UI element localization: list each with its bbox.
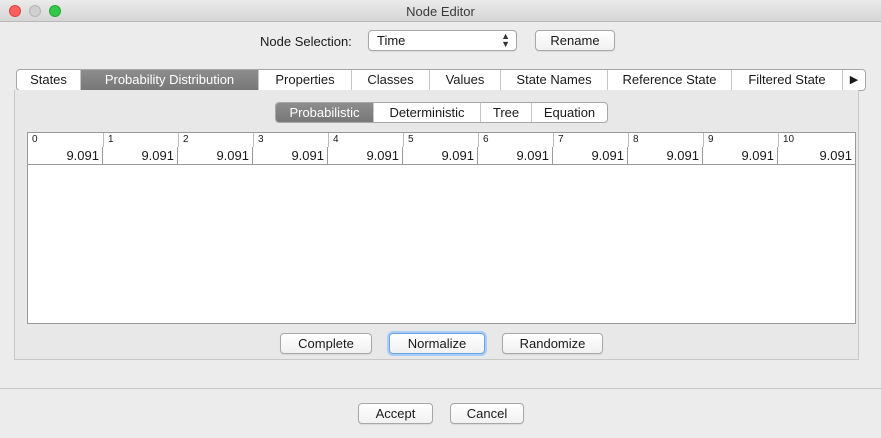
subtab-probabilistic[interactable]: Probabilistic <box>276 103 374 122</box>
column-header: 0 <box>32 134 38 145</box>
node-selection-value: Time <box>377 33 406 48</box>
probability-table: 0 1 2 3 4 5 6 7 8 9 10 9.091 9.091 9.091… <box>27 132 856 324</box>
complete-button[interactable]: Complete <box>280 333 372 354</box>
tab-properties[interactable]: Properties <box>259 70 352 90</box>
tab-probability-distribution[interactable]: Probability Distribution <box>81 70 259 90</box>
title-bar: Node Editor <box>0 0 881 22</box>
editor-tab-bar: States Probability Distribution Properti… <box>16 69 866 91</box>
tab-reference-state[interactable]: Reference State <box>608 70 732 90</box>
rename-button[interactable]: Rename <box>535 30 615 51</box>
tab-values[interactable]: Values <box>430 70 501 90</box>
tab-state-names[interactable]: State Names <box>501 70 608 90</box>
normalize-button[interactable]: Normalize <box>389 333 485 354</box>
probability-cell[interactable]: 9.091 <box>778 147 855 164</box>
window-title: Node Editor <box>406 4 475 19</box>
probability-cell[interactable]: 9.091 <box>553 147 628 164</box>
table-row: 9.091 9.091 9.091 9.091 9.091 9.091 9.09… <box>28 147 855 165</box>
column-header: 1 <box>103 133 178 147</box>
probability-cell[interactable]: 9.091 <box>328 147 403 164</box>
dropdown-arrows-icon: ▲ ▼ <box>501 31 510 49</box>
column-header: 5 <box>403 133 478 147</box>
more-tabs-arrow-icon[interactable]: ▶ <box>843 70 865 90</box>
randomize-button[interactable]: Randomize <box>502 333 603 354</box>
column-header: 9 <box>703 133 778 147</box>
subtab-equation[interactable]: Equation <box>532 103 607 122</box>
accept-button[interactable]: Accept <box>358 403 433 424</box>
probability-cell[interactable]: 9.091 <box>703 147 778 164</box>
cancel-button[interactable]: Cancel <box>450 403 524 424</box>
probability-cell[interactable]: 9.091 <box>478 147 553 164</box>
node-selection-label: Node Selection: <box>260 34 352 49</box>
tab-classes[interactable]: Classes <box>352 70 430 90</box>
footer-divider <box>0 388 881 389</box>
column-header: 3 <box>253 133 328 147</box>
probability-cell[interactable]: 9.091 <box>103 147 178 164</box>
node-selection-dropdown[interactable]: Time ▲ ▼ <box>368 30 517 51</box>
probability-cell[interactable]: 9.091 <box>178 147 253 164</box>
column-header: 2 <box>178 133 253 147</box>
distribution-type-tabs: Probabilistic Deterministic Tree Equatio… <box>275 102 608 123</box>
column-header: 7 <box>553 133 628 147</box>
probability-cell[interactable]: 9.091 <box>403 147 478 164</box>
tab-filtered-state[interactable]: Filtered State <box>732 70 843 90</box>
subtab-tree[interactable]: Tree <box>481 103 532 122</box>
probability-cell[interactable]: 9.091 <box>628 147 703 164</box>
column-header: 6 <box>478 133 553 147</box>
column-header: 4 <box>328 133 403 147</box>
probability-cell[interactable]: 9.091 <box>253 147 328 164</box>
tab-states[interactable]: States <box>17 70 81 90</box>
column-header: 10 <box>778 133 855 147</box>
table-header: 0 1 2 3 4 5 6 7 8 9 10 <box>28 133 855 147</box>
column-header: 8 <box>628 133 703 147</box>
probability-cell[interactable]: 9.091 <box>28 147 103 164</box>
subtab-deterministic[interactable]: Deterministic <box>374 103 481 122</box>
